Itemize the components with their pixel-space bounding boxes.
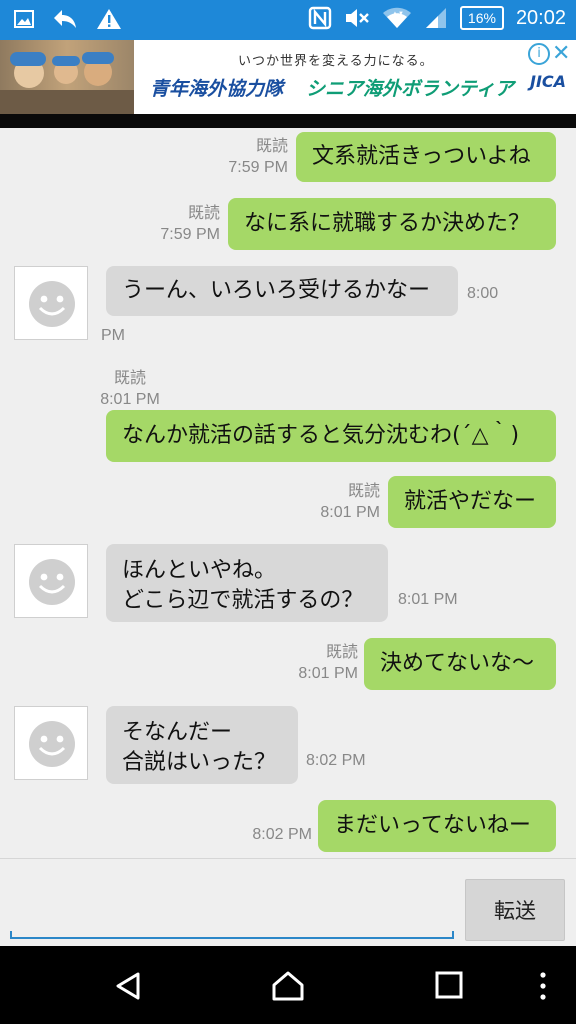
message-meta: 既読 7:59 PM [210,136,288,178]
warning-icon [97,9,121,29]
ad-banner[interactable]: いつか世界を変える力になる。 青年海外協力隊 シニア海外ボランティア JICA … [0,40,576,114]
battery-icon: 16% [459,6,504,30]
input-underline [10,931,454,939]
read-receipt: 既読 [255,138,288,155]
message-time: 8:01 PM [298,665,358,682]
navigation-bar [0,946,576,1024]
image-icon [14,10,34,28]
message-time: 8:01 PM [320,504,380,521]
reply-icon [54,10,76,28]
message-bubble-received[interactable]: うーん、いろいろ受けるかなー [106,266,458,316]
smiley-icon [29,559,75,605]
message-bubble-received[interactable]: そなんだー 合説はいった？ [106,706,298,784]
message-time: 8:02 PM [306,752,366,769]
ad-info-icon[interactable]: i [528,43,550,65]
read-receipt: 既読 [113,370,146,387]
message-time: 8:00 [467,285,499,302]
ad-tagline: いつか世界を変える力になる。 [238,54,434,69]
message-bubble-sent[interactable]: 就活やだなー [388,476,556,528]
chat-area[interactable]: 既読 7:59 PM 文系就活きっついよね 既読 7:59 PM なに系に就職す… [0,128,576,858]
message-meta: 既読 7:59 PM [142,203,220,245]
message-time: PM [101,327,125,344]
message-time: 7:59 PM [160,226,220,243]
nfc-icon [308,6,332,30]
avatar[interactable] [14,266,88,340]
svg-text:▲▼: ▲▼ [392,11,404,17]
message-bubble-sent[interactable]: まだいってないねー [318,800,556,852]
message-meta: 既読 8:01 PM [302,481,380,523]
message-meta: 既読 8:01 PM [280,642,358,684]
message-line: どこら辺で就活するの？ [122,588,364,613]
ad-photo [0,40,134,114]
read-receipt: 既読 [325,644,358,661]
back-icon[interactable] [112,970,144,1002]
more-options-icon[interactable] [536,970,550,1002]
wifi-icon: ▲▼ [382,7,411,28]
read-receipt: 既読 [187,205,220,222]
recent-apps-icon[interactable] [434,970,464,1000]
home-icon[interactable] [270,970,306,1002]
ad-brand-logo: JICA [530,72,567,91]
send-button[interactable]: 転送 [465,879,565,941]
message-time: 8:01 PM [398,591,458,608]
message-line: 合説はいった？ [122,750,277,775]
status-bar: ▲▼ 16% 20:02 [0,0,576,40]
message-line: そなんだー [122,720,233,745]
ad-close-icon[interactable]: ✕ [552,41,570,66]
ad-headline-right: シニア海外ボランティア [306,78,514,100]
divider [0,114,576,128]
message-time: 8:01 PM [100,391,160,408]
avatar[interactable] [14,706,88,780]
battery-percent: 16% [467,10,496,26]
message-bubble-sent[interactable]: 文系就活きっついよね [296,132,556,182]
message-bubble-sent[interactable]: なに系に就職するか決めた？ [228,198,556,250]
signal-icon [425,8,446,28]
ad-headline-left: 青年海外協力隊 [150,78,284,100]
message-meta: 既読 8:01 PM [95,368,165,410]
smiley-icon [29,281,75,327]
message-line: ほんといやね。 [122,558,277,583]
avatar[interactable] [14,544,88,618]
read-receipt: 既読 [347,483,380,500]
message-time: 7:59 PM [228,159,288,176]
smiley-icon [29,721,75,767]
clock: 20:02 [515,6,566,29]
mute-icon [345,9,369,27]
message-time: 8:02 PM [252,826,312,843]
message-bubble-sent[interactable]: なんか就活の話すると気分沈むわ(´△｀) [106,410,556,462]
composer: 転送 [0,858,576,947]
message-bubble-received[interactable]: ほんといやね。 どこら辺で就活するの？ [106,544,388,622]
message-bubble-sent[interactable]: 決めてないな〜 [364,638,556,690]
message-input[interactable] [10,877,454,937]
